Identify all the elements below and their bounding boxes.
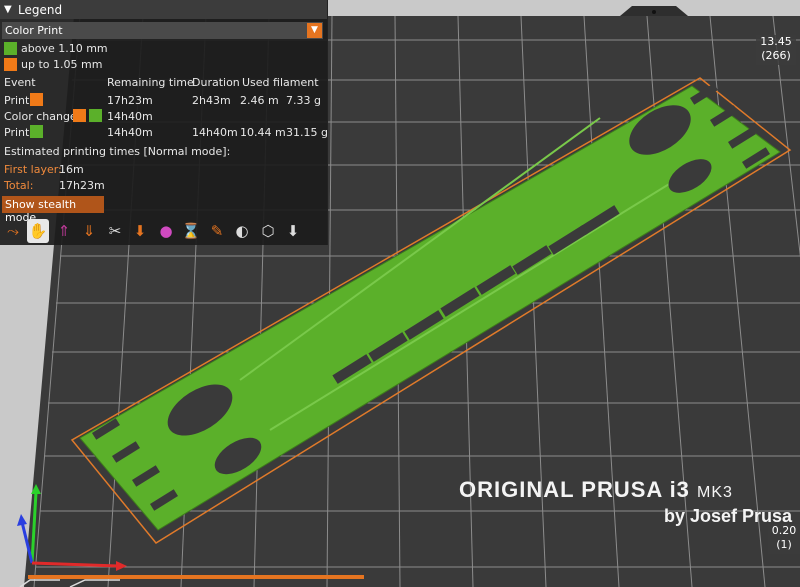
legend-item-label: up to 1.05 mm <box>21 58 103 71</box>
layer-slider-top-label[interactable]: 13.45 (266) <box>756 35 796 65</box>
travel-icon[interactable]: ⤳ <box>2 219 24 243</box>
row-color-swatch-to <box>89 109 102 122</box>
row-length: 2.46 m <box>240 94 279 107</box>
gcode-options-toolbar: ⤳ ✋ ⇑ ⇓ ✂ ⬇ ● ⌛ ✎ ◐ ⬡ ⬇ <box>0 219 327 245</box>
legend-title: Legend <box>18 3 63 17</box>
legend-panel: ▼ Legend Color Print ▼ above 1.10 mm up … <box>0 0 328 245</box>
row-event: Color change <box>4 110 77 123</box>
wipe-icon[interactable]: ✋ <box>27 219 49 243</box>
horizontal-slider-track[interactable] <box>28 575 364 579</box>
row-color-swatch <box>30 125 43 138</box>
top-height: 13.45 <box>760 35 792 48</box>
row-remaining: 17h23m <box>107 94 153 107</box>
first-layer-value: 16m <box>59 163 84 176</box>
legend-header[interactable]: ▼ Legend <box>0 0 327 19</box>
row-event: Print <box>4 126 30 139</box>
row-weight: 7.33 g <box>286 94 321 107</box>
total-value: 17h23m <box>59 179 105 192</box>
bed-logo-text: ORIGINAL PRUSA i3 MK3 <box>459 477 733 503</box>
tool-marker-icon[interactable]: ⬇ <box>282 219 304 243</box>
row-event: Print <box>4 94 30 107</box>
row-weight: 31.15 g <box>286 126 328 139</box>
row-color-swatch-from <box>73 109 86 122</box>
top-layer: (266) <box>761 49 791 62</box>
bed-by-text: by Josef Prusa <box>664 506 793 526</box>
total-label: Total: <box>4 179 34 192</box>
tool-changes-icon[interactable]: ⬇ <box>129 219 151 243</box>
estimated-header: Estimated printing times [Normal mode]: <box>4 145 231 158</box>
view-type-combo[interactable]: Color Print ▼ <box>2 22 323 39</box>
seams-icon[interactable]: ✂ <box>104 219 126 243</box>
bed-name: ORIGINAL PRUSA i3 <box>459 477 690 502</box>
row-duration: 2h43m <box>192 94 231 107</box>
legend-item-label: above 1.10 mm <box>21 42 108 55</box>
row-length: 10.44 m <box>240 126 286 139</box>
collapse-triangle-icon[interactable]: ▼ <box>4 4 12 15</box>
bed-model: MK3 <box>697 484 733 501</box>
col-header-filament: Used filament <box>242 76 319 89</box>
shells-icon[interactable]: ⬡ <box>257 219 279 243</box>
row-remaining: 14h40m <box>107 110 153 123</box>
chevron-down-icon[interactable]: ▼ <box>307 23 322 38</box>
custom-gcode-icon[interactable]: ✎ <box>206 219 228 243</box>
retractions-icon[interactable]: ⇑ <box>53 219 75 243</box>
color-changes-icon[interactable]: ● <box>155 219 177 243</box>
color-swatch-above <box>4 42 17 55</box>
pause-icon[interactable]: ⌛ <box>180 219 202 243</box>
row-color-swatch <box>30 93 43 106</box>
col-header-event: Event <box>4 76 36 89</box>
first-layer-label: First layer: <box>4 163 62 176</box>
layer-slider-bottom-label[interactable]: 0.20 (1) <box>768 524 800 554</box>
col-header-remaining: Remaining time <box>107 76 194 89</box>
row-duration: 14h40m <box>192 126 238 139</box>
center-of-gravity-icon[interactable]: ◐ <box>231 219 253 243</box>
row-remaining: 14h40m <box>107 126 153 139</box>
show-stealth-mode-button[interactable]: Show stealth mode <box>2 196 104 224</box>
deretractions-icon[interactable]: ⇓ <box>78 219 100 243</box>
col-header-duration: Duration <box>192 76 240 89</box>
color-swatch-below <box>4 58 17 71</box>
view-type-value: Color Print <box>5 24 63 37</box>
bottom-layer: (1) <box>776 538 792 551</box>
